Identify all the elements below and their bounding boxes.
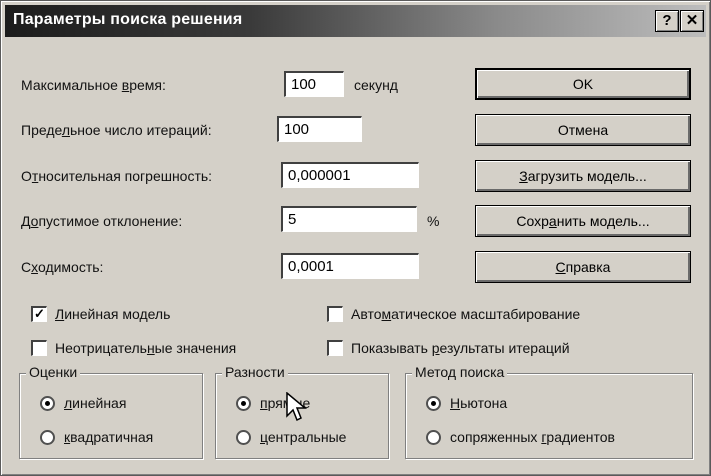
iterations-label: Предельное число итераций: bbox=[21, 122, 212, 138]
estimates-linear-label: линейная bbox=[64, 395, 127, 411]
help-button[interactable]: Справка bbox=[475, 251, 691, 283]
differences-central-radio[interactable] bbox=[236, 430, 251, 445]
estimates-linear-radio[interactable] bbox=[40, 396, 55, 411]
max-time-label: Максимальное время: bbox=[21, 77, 166, 93]
iterations-field[interactable]: 100 bbox=[277, 116, 362, 142]
nonnegative-checkbox[interactable] bbox=[31, 340, 47, 356]
conjugate-radio[interactable] bbox=[426, 430, 441, 445]
help-question-button[interactable]: ? bbox=[655, 10, 679, 32]
search-method-group: Метод поиска Ньютона сопряженных градиен… bbox=[405, 364, 693, 459]
title-bar[interactable]: Параметры поиска решения ? ✕ bbox=[5, 5, 706, 37]
tolerance-field[interactable]: 5 bbox=[281, 206, 417, 232]
precision-field[interactable]: 0,000001 bbox=[281, 162, 419, 188]
ok-button[interactable]: OK bbox=[475, 68, 691, 100]
differences-legend: Разности bbox=[222, 364, 288, 380]
tolerance-label: Допустимое отклонение: bbox=[21, 213, 183, 229]
tolerance-unit: % bbox=[427, 213, 440, 229]
dialog-title: Параметры поиска решения bbox=[13, 11, 243, 28]
differences-forward-radio[interactable] bbox=[236, 396, 251, 411]
convergence-label: Сходимость: bbox=[21, 259, 104, 275]
linear-model-label: Линейная модель bbox=[55, 306, 171, 322]
close-button[interactable]: ✕ bbox=[680, 10, 704, 32]
cancel-button[interactable]: Отмена bbox=[475, 114, 691, 146]
estimates-quadratic-label: квадратичная bbox=[64, 429, 154, 445]
differences-central-label: центральные bbox=[260, 429, 347, 445]
newton-radio[interactable] bbox=[426, 396, 441, 411]
load-model-button[interactable]: Загрузить модель... bbox=[475, 160, 691, 192]
linear-model-checkbox[interactable]: ✓ bbox=[31, 306, 47, 322]
precision-label: Относительная погрешность: bbox=[21, 168, 213, 184]
auto-scale-checkbox[interactable] bbox=[327, 306, 343, 322]
conjugate-label: сопряженных градиентов bbox=[450, 429, 615, 445]
auto-scale-label: Автоматическое масштабирование bbox=[351, 306, 581, 322]
estimates-legend: Оценки bbox=[26, 364, 81, 380]
mouse-pointer-icon bbox=[286, 392, 308, 422]
estimates-group: Оценки линейная квадратичная bbox=[19, 364, 203, 459]
nonnegative-label: Неотрицательные значения bbox=[55, 340, 237, 356]
convergence-field[interactable]: 0,0001 bbox=[281, 253, 419, 279]
show-iterations-label: Показывать результаты итераций bbox=[351, 340, 570, 356]
show-iterations-checkbox[interactable] bbox=[327, 340, 343, 356]
save-model-button[interactable]: Сохранить модель... bbox=[475, 205, 691, 237]
max-time-field[interactable]: 100 bbox=[284, 71, 344, 97]
newton-label: Ньютона bbox=[450, 395, 508, 411]
search-method-legend: Метод поиска bbox=[412, 364, 508, 380]
solver-options-dialog: Параметры поиска решения ? ✕ Максимально… bbox=[0, 0, 711, 476]
max-time-unit: секунд bbox=[354, 77, 398, 93]
estimates-quadratic-radio[interactable] bbox=[40, 430, 55, 445]
differences-group: Разности прямые центральные bbox=[215, 364, 389, 459]
